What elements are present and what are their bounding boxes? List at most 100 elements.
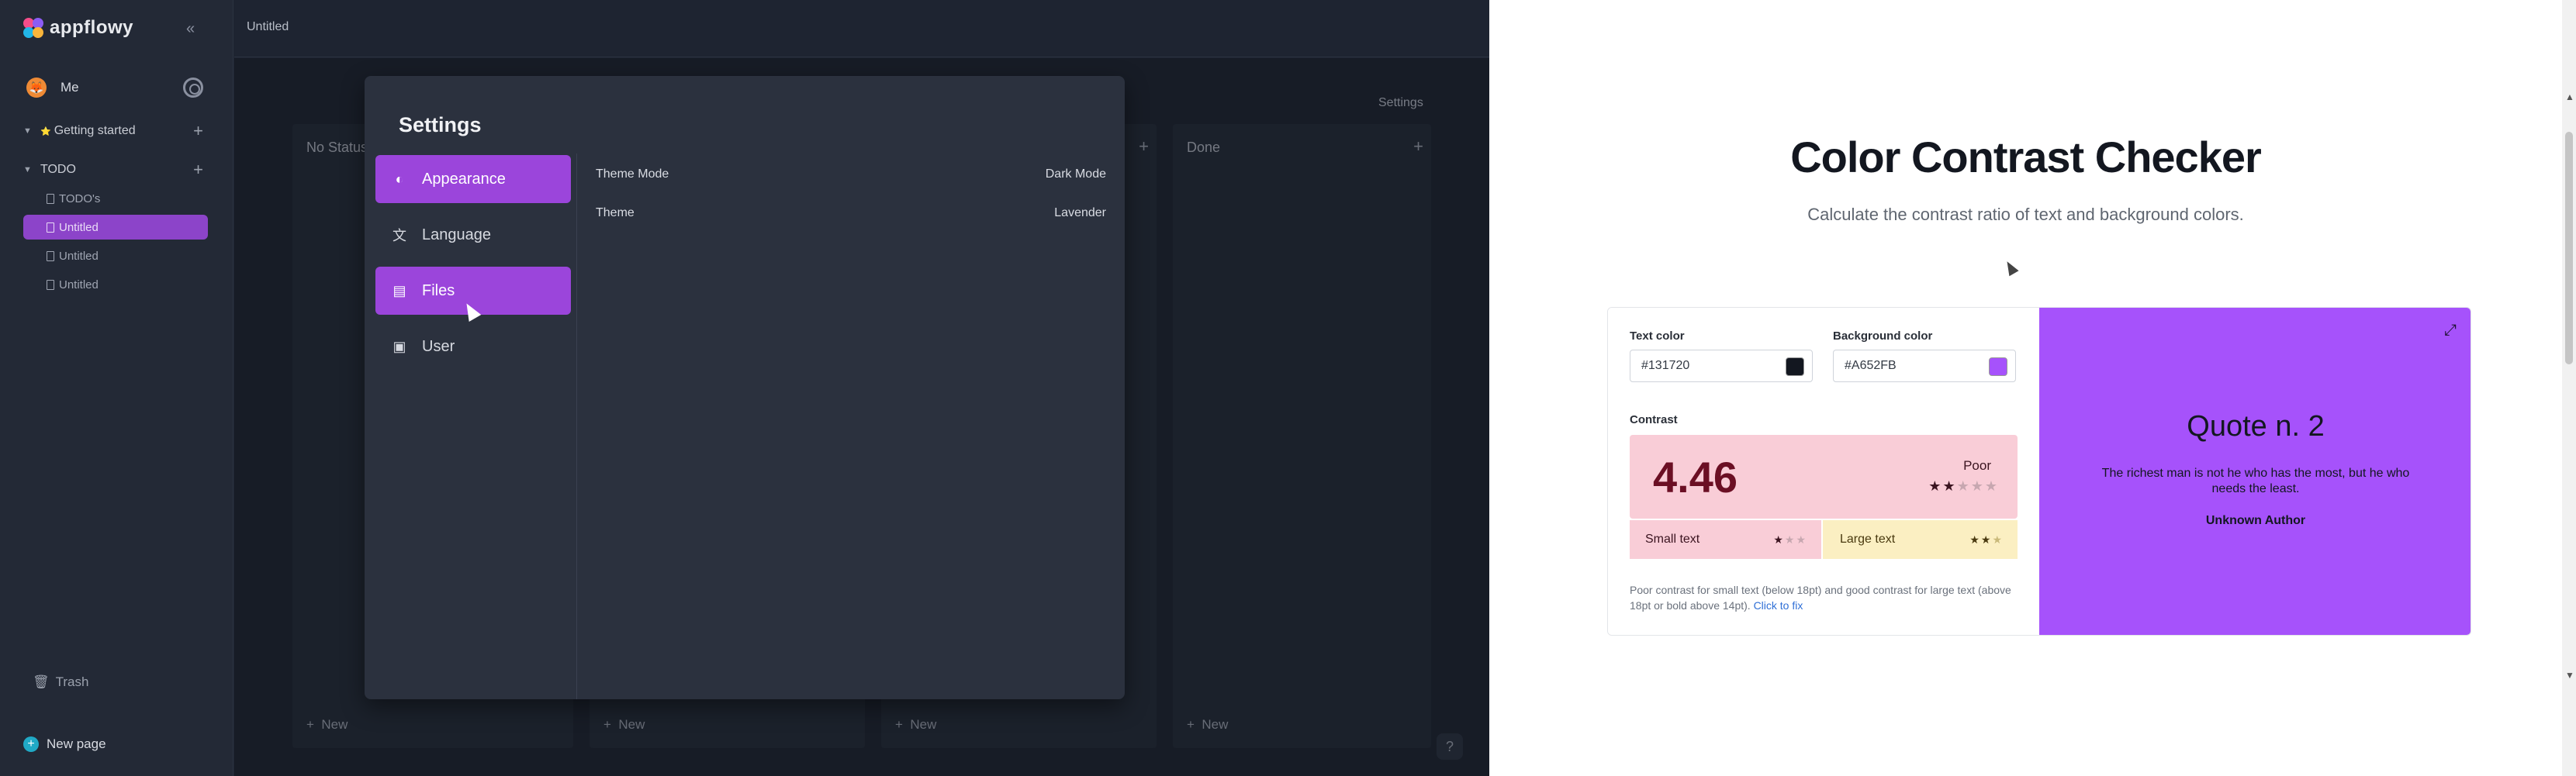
theme-mode-row[interactable]: Theme Mode Dark Mode <box>596 163 1106 186</box>
scroll-up-icon[interactable]: ▲ <box>2565 91 2574 102</box>
page-subtitle: Calculate the contrast ratio of text and… <box>1807 205 2244 224</box>
add-page-icon[interactable]: + <box>193 121 203 141</box>
contrast-ratio: 4.46 <box>1653 453 1738 502</box>
theme-row[interactable]: Theme Lavender <box>596 202 1106 225</box>
text-color-swatch[interactable] <box>1786 357 1804 376</box>
preview-title: Quote n. 2 <box>2187 410 2325 443</box>
trash-button[interactable]: 🗑 Trash <box>33 674 88 690</box>
background-color-value: #A652FB <box>1845 359 1897 372</box>
avatar: 🦊 <box>26 78 47 98</box>
document-icon <box>47 222 54 233</box>
new-page-button[interactable]: + New page <box>23 736 106 752</box>
small-text-rating: Small text ★★★ <box>1630 520 1821 559</box>
appearance-icon: ◐ <box>395 171 404 187</box>
scrollbar-thumb[interactable] <box>2565 132 2573 364</box>
document-icon <box>47 250 54 261</box>
trash-icon: 🗑 <box>33 674 50 689</box>
small-text-label: Small text <box>1645 533 1700 546</box>
expand-icon[interactable]: ⤢ <box>2444 322 2457 340</box>
preview-panel: ⤢ Quote n. 2 The richest man is not he w… <box>2039 308 2471 635</box>
star-icon: ★ <box>1773 533 1785 546</box>
option-value[interactable]: Dark Mode <box>1046 167 1106 181</box>
text-color-value: #131720 <box>1641 359 1690 372</box>
contrast-grade: Poor <box>1963 458 1991 473</box>
language-icon: 文 <box>392 228 406 243</box>
appflowy-window: appflowy « 🦊 Me ▼ ⭐ Getting started + ▼ … <box>0 0 1489 776</box>
text-color-input[interactable]: #131720 <box>1630 350 1813 382</box>
scroll-down-icon[interactable]: ▼ <box>2565 670 2574 681</box>
star-icon: ★ <box>1796 533 1807 546</box>
click-to-fix-link[interactable]: Click to fix <box>1754 599 1803 612</box>
settings-nav: ◐ Appearance 文 Language ▤ Files ▣ User <box>365 153 577 699</box>
contrast-score-box: 4.46 Poor ★★★★★ <box>1630 435 2018 519</box>
document-icon <box>47 279 54 290</box>
preview-quote: The richest man is not he who has the mo… <box>2101 467 2410 495</box>
user-name: Me <box>61 80 79 95</box>
logo-mark-icon <box>23 18 43 38</box>
user-row[interactable]: 🦊 Me <box>26 74 203 101</box>
nav-label: Appearance <box>422 170 506 188</box>
settings-gear-icon[interactable] <box>183 78 203 98</box>
nav-label: User <box>422 337 455 355</box>
settings-title: Settings <box>399 113 482 136</box>
sidebar-page-untitled[interactable]: Untitled <box>23 272 208 297</box>
background-color-input[interactable]: #A652FB <box>1833 350 2016 382</box>
option-label: Theme <box>596 206 634 219</box>
star-icon: ★ <box>1984 478 1999 494</box>
nav-label: Language <box>422 226 491 243</box>
preview-author: Unknown Author <box>2205 514 2306 527</box>
large-text-label: Large text <box>1840 533 1896 546</box>
trash-label: Trash <box>55 674 89 689</box>
page-scrollbar[interactable]: ▲ ▼ <box>2562 0 2576 776</box>
sidebar-page-todos[interactable]: TODO's <box>23 186 208 211</box>
star-icon: ★ <box>1928 478 1943 494</box>
plus-icon: + <box>23 736 39 752</box>
contrast-note: Poor contrast for small text (below 18pt… <box>1630 582 2018 613</box>
page-title: Color Contrast Checker <box>1790 133 2262 181</box>
browser-page: Color Contrast Checker Calculate the con… <box>1489 0 2576 776</box>
option-label: Theme Mode <box>596 167 669 181</box>
nav-label: Files <box>422 281 455 299</box>
add-page-icon[interactable]: + <box>193 160 203 180</box>
appflowy-logo: appflowy <box>23 17 133 39</box>
caret-icon: ▼ <box>23 165 32 174</box>
caret-icon: ▼ <box>23 126 32 136</box>
settings-dialog: Settings ◐ Appearance 文 Language ▤ Files… <box>365 76 1125 699</box>
document-icon <box>47 193 54 204</box>
page-label: Untitled <box>59 220 99 234</box>
top-bar: Untitled <box>234 0 1489 57</box>
large-text-rating: Large text ★★★ <box>1823 520 2018 559</box>
sidebar-page-untitled-selected[interactable]: Untitled <box>23 215 208 240</box>
controls-panel: Text color #131720 Background color #A65… <box>1608 308 2039 635</box>
note-text: Poor contrast for small text (below 18pt… <box>1630 584 2011 612</box>
settings-nav-language[interactable]: 文 Language <box>375 211 571 259</box>
background-color-swatch[interactable] <box>1989 357 2007 376</box>
section-todo[interactable]: ▼ TODO + <box>23 158 203 181</box>
option-value[interactable]: Lavender <box>1054 206 1106 220</box>
grade-star-rating: ★★★★★ <box>1928 478 1999 495</box>
text-color-label: Text color <box>1630 329 1685 343</box>
star-icon: ★ <box>1784 533 1796 546</box>
star-icon: ★ <box>1970 478 1985 494</box>
file-icon: ▤ <box>392 282 406 298</box>
mouse-cursor-icon <box>2002 258 2019 277</box>
star-icon: ★ <box>1942 478 1957 494</box>
section-getting-started[interactable]: ▼ ⭐ Getting started + <box>23 119 203 143</box>
sidebar: appflowy « 🦊 Me ▼ ⭐ Getting started + ▼ … <box>0 0 233 776</box>
sidebar-page-untitled[interactable]: Untitled <box>23 243 208 268</box>
collapse-sidebar-icon[interactable]: « <box>186 20 195 38</box>
large-text-stars: ★★★ <box>1969 533 2004 547</box>
user-icon: ▣ <box>392 338 406 354</box>
settings-nav-user[interactable]: ▣ User <box>375 322 571 371</box>
star-icon: ★ <box>1969 533 1981 546</box>
settings-nav-appearance[interactable]: ◐ Appearance <box>375 155 571 203</box>
star-icon: ⭐ <box>40 126 51 136</box>
contrast-checker-card: Text color #131720 Background color #A65… <box>1607 307 2471 636</box>
breadcrumb[interactable]: Untitled <box>247 20 289 34</box>
small-text-stars: ★★★ <box>1773 533 1807 547</box>
logo-text: appflowy <box>50 17 134 38</box>
star-icon: ★ <box>1992 533 2004 546</box>
section-label: TODO <box>40 163 76 176</box>
page-label: Untitled <box>59 249 99 263</box>
star-icon: ★ <box>1956 478 1971 494</box>
